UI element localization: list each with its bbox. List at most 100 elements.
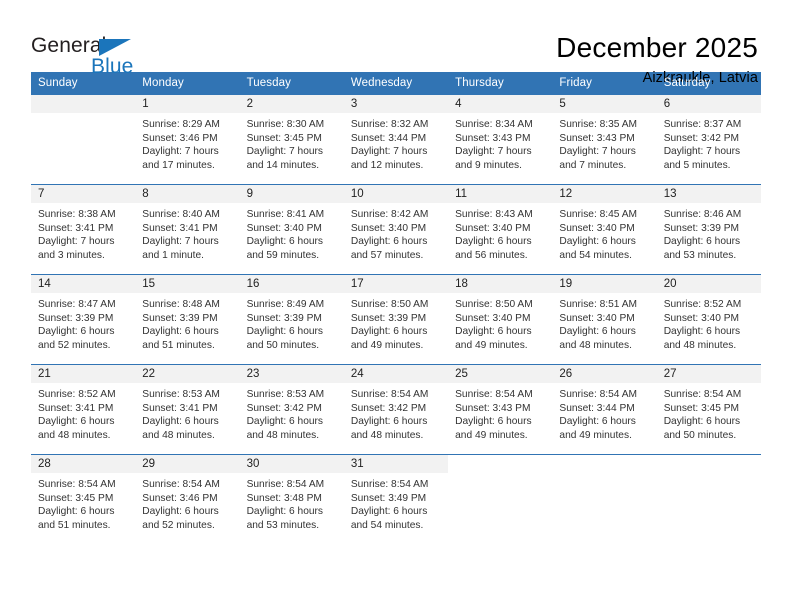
day-info-daylight2: and 57 minutes. <box>350 249 424 261</box>
day-sun-info: Sunrise: 8:43 AM Sunset: 3:40 PM Daylight:… <box>448 203 552 274</box>
day-sun-info: Sunrise: 8:29 AM Sunset: 3:46 PM Daylight:… <box>135 113 239 184</box>
calendar-day-cell[interactable]: 7 Sunrise: 8:38 AM Sunset: 3:41 PM Daylight… <box>31 184 136 275</box>
day-info-daylight2: and 48 minutes. <box>559 339 632 351</box>
day-info-daylight1: Daylight: 6 hours <box>246 326 324 338</box>
day-info-sunrise: Sunrise: 8:50 AM <box>455 299 533 310</box>
day-info-sunrise: Sunrise: 8:54 AM <box>663 389 742 400</box>
day-info-sunrise: Sunrise: 8:29 AM <box>142 119 220 130</box>
calendar-day-cell[interactable]: 6 Sunrise: 8:37 AM Sunset: 3:42 PM Daylight… <box>656 95 761 185</box>
day-info-daylight1: Daylight: 6 hours <box>350 416 428 428</box>
day-info-sunrise: Sunrise: 8:40 AM <box>142 209 220 220</box>
day-info-sunrise: Sunrise: 8:54 AM <box>455 389 533 400</box>
day-info-sunset: Sunset: 3:40 PM <box>559 312 635 324</box>
calendar-day-cell[interactable]: 20 Sunrise: 8:52 AM Sunset: 3:40 PM Dayligh… <box>656 274 761 365</box>
day-info-sunrise: Sunrise: 8:34 AM <box>455 119 533 130</box>
day-sun-info: Sunrise: 8:54 AM Sunset: 3:45 PM Daylight:… <box>31 473 135 544</box>
day-number: 17 <box>343 275 449 293</box>
calendar-day-cell[interactable]: 21 Sunrise: 8:52 AM Sunset: 3:41 PM Dayligh… <box>31 364 136 455</box>
calendar-day-cell[interactable]: 23 Sunrise: 8:53 AM Sunset: 3:42 PM Dayligh… <box>239 364 344 455</box>
day-info-sunrise: Sunrise: 8:47 AM <box>38 299 116 310</box>
calendar-day-cell[interactable]: 15 Sunrise: 8:48 AM Sunset: 3:39 PM Dayligh… <box>135 274 240 365</box>
day-info-sunset: Sunset: 3:42 PM <box>350 402 427 414</box>
day-sun-info: Sunrise: 8:52 AM Sunset: 3:40 PM Daylight:… <box>657 293 761 364</box>
day-sun-info: Sunrise: 8:46 AM Sunset: 3:39 PM Daylight:… <box>657 203 761 274</box>
calendar-day-cell[interactable]: 13 Sunrise: 8:46 AM Sunset: 3:39 PM Dayligh… <box>656 184 761 275</box>
day-info-daylight2: and 5 minutes. <box>663 159 731 171</box>
calendar-day-cell[interactable]: 28 Sunrise: 8:54 AM Sunset: 3:45 PM Dayligh… <box>31 454 136 544</box>
calendar-day-cell[interactable]: 10 Sunrise: 8:42 AM Sunset: 3:40 PM Dayligh… <box>343 184 449 275</box>
calendar-day-cell[interactable]: 2 Sunrise: 8:30 AM Sunset: 3:45 PM Daylight… <box>239 95 344 185</box>
day-info-sunset: Sunset: 3:45 PM <box>663 402 740 414</box>
day-info-sunset: Sunset: 3:41 PM <box>142 402 218 414</box>
calendar-day-cell[interactable]: 29 Sunrise: 8:54 AM Sunset: 3:46 PM Dayligh… <box>135 454 240 544</box>
day-info-sunrise: Sunrise: 8:51 AM <box>559 299 637 310</box>
day-info-daylight1: Daylight: 6 hours <box>142 506 219 518</box>
calendar-day-cell[interactable]: 19 Sunrise: 8:51 AM Sunset: 3:40 PM Dayligh… <box>552 274 657 365</box>
day-number: 22 <box>135 365 240 383</box>
calendar-week-row: 7 Sunrise: 8:38 AM Sunset: 3:41 PM Daylight… <box>31 184 761 275</box>
day-info-daylight1: Daylight: 7 hours <box>455 146 532 158</box>
day-sun-info <box>552 473 656 544</box>
calendar-day-cell[interactable]: 5 Sunrise: 8:35 AM Sunset: 3:43 PM Daylight… <box>552 95 657 185</box>
calendar-day-cell[interactable]: 27 Sunrise: 8:54 AM Sunset: 3:45 PM Dayligh… <box>656 364 761 455</box>
day-number: 1 <box>135 95 240 113</box>
calendar-day-cell[interactable]: 26 Sunrise: 8:54 AM Sunset: 3:44 PM Dayligh… <box>552 364 657 455</box>
calendar-day-cell[interactable]: 1 Sunrise: 8:29 AM Sunset: 3:46 PM Daylight… <box>135 95 240 185</box>
calendar-day-cell[interactable]: 16 Sunrise: 8:49 AM Sunset: 3:39 PM Dayligh… <box>239 274 344 365</box>
day-info-daylight1: Daylight: 6 hours <box>350 326 428 338</box>
day-info-sunrise: Sunrise: 8:43 AM <box>455 209 533 220</box>
day-number: 15 <box>135 275 240 293</box>
day-info-sunset: Sunset: 3:44 PM <box>350 132 427 144</box>
calendar-day-cell[interactable]: 17 Sunrise: 8:50 AM Sunset: 3:39 PM Dayligh… <box>343 274 449 365</box>
day-info-daylight2: and 1 minute. <box>142 249 205 261</box>
calendar-day-cell[interactable]: 14 Sunrise: 8:47 AM Sunset: 3:39 PM Dayligh… <box>31 274 136 365</box>
day-info-sunrise: Sunrise: 8:52 AM <box>663 299 742 310</box>
day-number: 11 <box>448 185 553 203</box>
day-info-daylight1: Daylight: 7 hours <box>142 146 219 158</box>
calendar-day-cell[interactable]: 31 Sunrise: 8:54 AM Sunset: 3:49 PM Dayligh… <box>343 454 449 544</box>
day-number: 23 <box>239 365 344 383</box>
day-info-daylight2: and 59 minutes. <box>246 249 320 261</box>
day-info-sunset: Sunset: 3:42 PM <box>663 132 740 144</box>
calendar-day-cell[interactable]: 18 Sunrise: 8:50 AM Sunset: 3:40 PM Dayligh… <box>448 274 553 365</box>
day-info-daylight2: and 3 minutes. <box>38 249 105 261</box>
calendar-day-cell[interactable]: 25 Sunrise: 8:54 AM Sunset: 3:43 PM Dayligh… <box>448 364 553 455</box>
day-sun-info: Sunrise: 8:54 AM Sunset: 3:42 PM Daylight:… <box>344 383 448 454</box>
calendar-day-cell[interactable]: 4 Sunrise: 8:34 AM Sunset: 3:43 PM Daylight… <box>448 95 553 185</box>
calendar-day-cell[interactable]: 9 Sunrise: 8:41 AM Sunset: 3:40 PM Daylight… <box>239 184 344 275</box>
day-info-sunrise: Sunrise: 8:54 AM <box>559 389 637 400</box>
day-info-sunset: Sunset: 3:46 PM <box>142 492 218 504</box>
day-info-daylight1: Daylight: 6 hours <box>38 506 115 518</box>
day-number: 18 <box>448 275 553 293</box>
day-info-daylight1: Daylight: 7 hours <box>38 236 115 248</box>
day-number: 12 <box>552 185 657 203</box>
calendar-cell-empty <box>31 95 136 185</box>
calendar-day-cell[interactable]: 30 Sunrise: 8:54 AM Sunset: 3:48 PM Dayligh… <box>239 454 344 544</box>
day-info-sunset: Sunset: 3:41 PM <box>142 222 218 234</box>
day-info-sunset: Sunset: 3:43 PM <box>455 402 531 414</box>
day-info-daylight2: and 14 minutes. <box>246 159 320 171</box>
day-info-sunset: Sunset: 3:44 PM <box>559 402 635 414</box>
day-info-daylight2: and 51 minutes. <box>38 519 111 531</box>
calendar-day-cell[interactable]: 22 Sunrise: 8:53 AM Sunset: 3:41 PM Dayligh… <box>135 364 240 455</box>
day-number: 9 <box>239 185 344 203</box>
day-info-daylight1: Daylight: 7 hours <box>559 146 636 158</box>
day-info-sunset: Sunset: 3:45 PM <box>246 132 322 144</box>
day-sun-info: Sunrise: 8:52 AM Sunset: 3:41 PM Daylight:… <box>31 383 135 454</box>
day-info-daylight2: and 48 minutes. <box>246 429 320 441</box>
day-info-daylight2: and 9 minutes. <box>455 159 522 171</box>
calendar-day-cell[interactable]: 12 Sunrise: 8:45 AM Sunset: 3:40 PM Dayligh… <box>552 184 657 275</box>
day-number: 27 <box>656 365 761 383</box>
calendar-day-cell[interactable]: 3 Sunrise: 8:32 AM Sunset: 3:44 PM Daylight… <box>343 95 449 185</box>
calendar-day-cell[interactable]: 24 Sunrise: 8:54 AM Sunset: 3:42 PM Dayligh… <box>343 364 449 455</box>
calendar-day-cell[interactable]: 11 Sunrise: 8:43 AM Sunset: 3:40 PM Dayligh… <box>448 184 553 275</box>
day-sun-info: Sunrise: 8:47 AM Sunset: 3:39 PM Daylight:… <box>31 293 135 364</box>
day-info-sunrise: Sunrise: 8:54 AM <box>142 479 220 490</box>
page-title: December 2025 <box>556 32 758 63</box>
day-info-sunrise: Sunrise: 8:32 AM <box>350 119 429 130</box>
day-info-daylight1: Daylight: 7 hours <box>142 236 219 248</box>
day-info-daylight2: and 49 minutes. <box>559 429 632 441</box>
calendar-day-cell[interactable]: 8 Sunrise: 8:40 AM Sunset: 3:41 PM Daylight… <box>135 184 240 275</box>
calendar-week-row: 21 Sunrise: 8:52 AM Sunset: 3:41 PM Dayligh… <box>31 364 761 455</box>
day-info-sunset: Sunset: 3:40 PM <box>455 222 531 234</box>
